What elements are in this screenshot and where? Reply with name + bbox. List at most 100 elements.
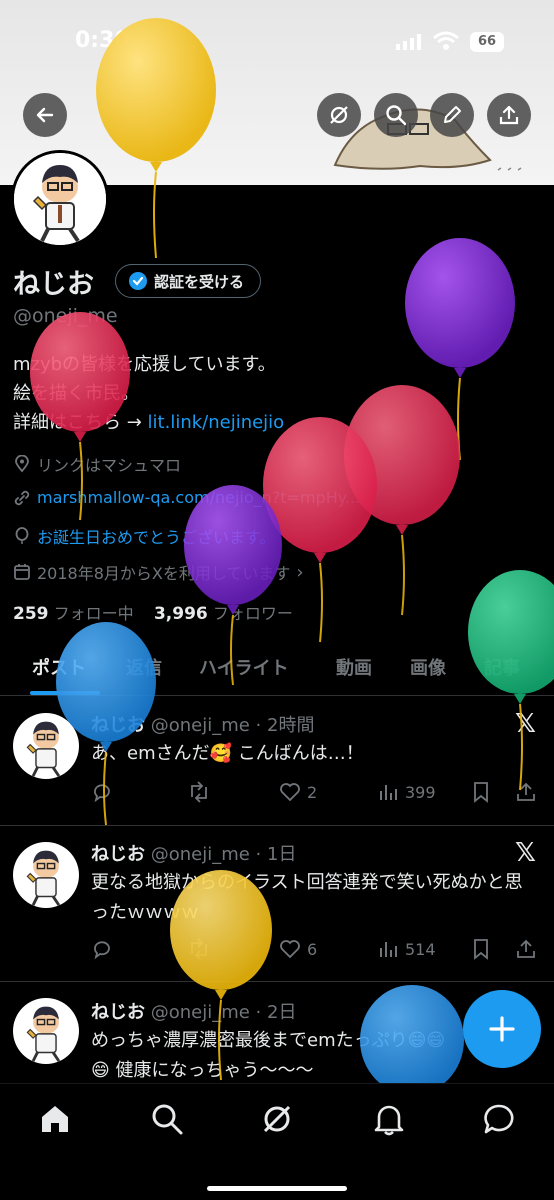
post-meta: @oneji_me · 2日 [150,1002,297,1023]
grok-icon [330,106,348,124]
plus-icon [489,1016,515,1042]
birthday-text[interactable]: お誕生日おめでとうございます。 [37,524,275,548]
x-logo-icon: 𝕏 [515,838,536,868]
profile-joined[interactable]: 2018年8月からXを利用しています › [13,560,304,584]
bookmark-button[interactable] [471,938,491,960]
avatar-illustration [26,721,61,777]
website-link[interactable]: marshmallow-qa.com/nejio_n?t=mpHy... [37,488,360,507]
tab-articles[interactable]: 記事 [484,654,520,680]
arrow-left-icon [36,107,54,123]
followers-count: 3,996 [153,604,208,624]
repost-button[interactable] [187,938,211,960]
post-actions: 2 399 [91,781,541,809]
post-share-button[interactable] [515,938,537,960]
grok-icon[interactable] [260,1102,294,1136]
tab-replies[interactable]: 返信 [126,654,162,680]
repost-button[interactable] [187,781,211,803]
reply-button[interactable] [91,781,113,803]
post-avatar[interactable] [13,842,79,908]
heart-icon [280,783,300,802]
post-author[interactable]: ねじお [91,715,145,736]
like-count: 6 [307,939,318,959]
profile-bio: mzybの皆様を応援しています。 絵を描く市民。 詳細はこちら → lit.li… [13,350,284,437]
tab-videos[interactable]: 動画 [336,654,372,680]
location-text: リンクはマシュマロ [37,456,182,475]
profile-handle: @oneji_me [13,305,118,327]
post-share-button[interactable] [515,781,537,803]
search-button[interactable] [374,93,418,137]
profile-location: リンクはマシュマロ [13,452,181,476]
post-avatar[interactable] [13,998,79,1064]
avatar-illustration [14,153,106,245]
post-author[interactable]: ねじお [91,1002,145,1023]
post-meta: @oneji_me · 2時間 [150,715,315,736]
location-pin-icon [15,455,29,473]
grok-button[interactable] [317,93,361,137]
bottom-navigation [0,1083,554,1200]
reply-icon [94,941,110,960]
followers-link[interactable]: 3,996 フォロワー [153,604,293,624]
profile-avatar[interactable] [11,150,109,248]
balloon-icon [15,527,29,544]
following-count: 259 [13,604,49,624]
post-author[interactable]: ねじお [91,844,145,865]
search-icon[interactable] [150,1102,184,1136]
bell-icon[interactable] [372,1102,406,1136]
bookmark-icon [474,782,488,803]
profile-website[interactable]: marshmallow-qa.com/nejio_n?t=mpHy... [13,488,360,507]
cellular-signal-icon [396,34,421,50]
view-count: 399 [405,782,436,802]
heart-icon [280,940,300,959]
get-verified-button[interactable]: 認証を受ける [115,264,262,298]
analytics-icon [380,942,397,957]
post-header: ねじお @oneji_me · 1日 [91,840,296,866]
bookmark-button[interactable] [471,781,491,803]
views-button[interactable]: 399 [377,781,436,803]
active-tab-indicator [30,691,100,695]
back-button[interactable] [23,93,67,137]
tab-highlights[interactable]: ハイライト [199,654,289,680]
chevron-right-icon: › [296,561,304,583]
calendar-icon [14,564,30,580]
following-label: フォロー中 [53,604,134,623]
wifi-icon [433,31,459,50]
bio-link[interactable]: lit.link/nejinejio [148,412,285,433]
post-header: ねじお @oneji_me · 2時間 [91,711,314,737]
share-button[interactable] [487,93,531,137]
balloon [405,238,515,461]
home-icon[interactable] [38,1102,72,1136]
like-button[interactable]: 6 [279,938,317,960]
following-link[interactable]: 259 フォロー中 [13,604,134,624]
like-button[interactable]: 2 [279,781,317,803]
profile-birthday: お誕生日おめでとうございます。 [13,524,275,548]
post-item[interactable]: ねじお @oneji_me · 2時間 𝕏 あ、emさんだ🥰 こんばんは…！ 2… [0,697,554,826]
post-meta: @oneji_me · 1日 [150,844,297,865]
like-count: 2 [307,782,318,802]
reply-icon [94,784,110,803]
repost-icon [191,781,207,803]
status-bar: 0:30 66 [0,28,554,58]
message-icon[interactable] [482,1102,516,1136]
tab-posts[interactable]: ポスト [32,654,86,680]
verified-badge-icon [129,272,147,290]
compose-button[interactable] [463,990,541,1068]
tab-images[interactable]: 画像 [410,654,446,680]
post-item[interactable]: ねじお @oneji_me · 1日 𝕏 更なる地獄からのイラスト回答連発で笑い… [0,826,554,982]
avatar-illustration [26,1006,61,1062]
follow-counts: 259 フォロー中 3,996 フォロワー [13,600,293,624]
home-indicator [207,1186,347,1191]
reply-button[interactable] [91,938,113,960]
share-icon [517,782,535,801]
bio-line: 詳細はこちら → lit.link/nejinejio [13,408,284,437]
edit-button[interactable] [430,93,474,137]
bookmark-icon [474,939,488,960]
pencil-icon [444,106,461,123]
post-avatar[interactable] [13,713,79,779]
views-button[interactable]: 514 [377,938,436,960]
analytics-icon [380,785,397,800]
bio-line: mzybの皆様を応援しています。 [13,354,276,375]
post-text: めっちゃ濃厚濃密最後までemたっぷり😄😄😄 健康になっちゃう〜〜〜 [91,1030,446,1081]
battery-indicator: 66 [470,32,504,52]
post-text: 更なる地獄からのイラスト回答連発で笑い死ぬかと思ったｗｗｗｗ [91,872,523,923]
search-icon [386,105,407,126]
